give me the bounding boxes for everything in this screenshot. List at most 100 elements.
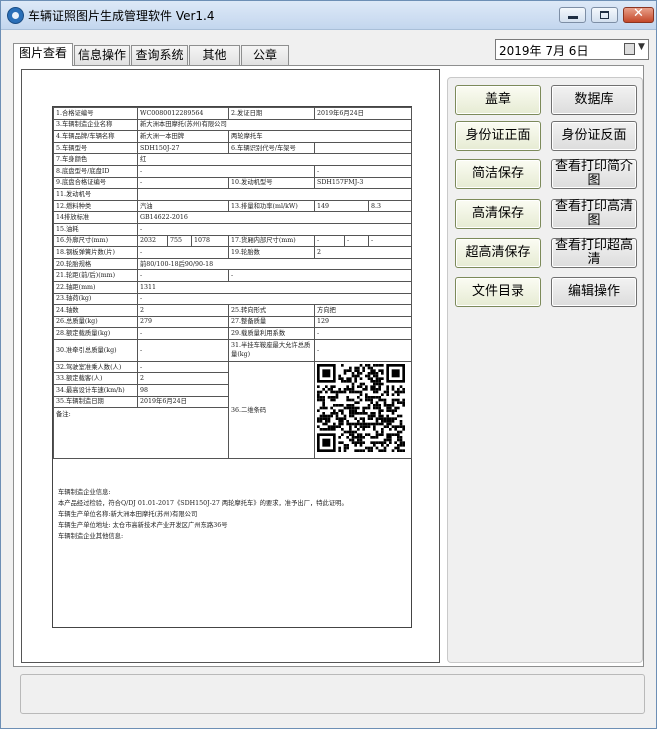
footer-line: 车辆制造企业其他信息: <box>58 533 124 540</box>
maximize-button[interactable] <box>591 7 618 23</box>
cert-value: - <box>228 269 413 282</box>
simple-save-button[interactable]: 简洁保存 <box>455 159 541 189</box>
footer-line: 车辆生产单位名称:新大洲本田摩托(苏州)有限公司 <box>58 511 198 518</box>
cert-value: 前80/100-18后90/90-18 <box>136 257 413 271</box>
cert-value: 1311 <box>136 280 413 294</box>
cert-value: - <box>136 246 230 259</box>
id-card-front-button[interactable]: 身份证正面 <box>455 121 541 151</box>
tab-image-view[interactable]: 图片查看 <box>13 43 73 66</box>
print-hd-image-button[interactable]: 查看打印高清图 <box>551 199 637 229</box>
cert-value: 2 <box>136 372 230 386</box>
action-button-panel: 盖章 数据库 身份证正面 身份证反面 简洁保存 查看打印简介图 高清保存 查看打… <box>447 77 643 663</box>
cert-label: 34.最高设计车速(km/h) <box>53 384 138 397</box>
cert-value: - <box>368 234 413 248</box>
tab-other[interactable]: 其他 <box>189 45 240 65</box>
cert-label: 11.发动机号 <box>53 188 138 201</box>
cert-label: 8.底盘型号/底盘ID <box>53 164 138 178</box>
cert-value: - <box>136 327 230 340</box>
image-preview[interactable]: 1.合格证编号 WC0080012289564 2.发证日期 2019年6月24… <box>21 69 440 663</box>
table-row: 30.准牵引总质量(kg) - 31.半挂车鞍座最大允许总质量(kg) - <box>53 338 413 362</box>
edit-operation-button[interactable]: 编辑操作 <box>551 277 637 307</box>
file-directory-button[interactable]: 文件目录 <box>455 277 541 307</box>
cert-value: - <box>136 222 413 236</box>
cert-label: 22.轴距(mm) <box>53 280 138 294</box>
table-row: 3.车辆制造企业名称 新大洲本田摩托(苏州)有限公司 <box>53 118 413 132</box>
manufacturer-info: 车辆制造企业信息: 本产品经过检验，符合Q/DJ 01.01-2017《SDH1… <box>53 483 411 628</box>
cert-value: 2019年6月24日 <box>314 107 413 120</box>
cert-label: 12.燃料种类 <box>53 199 138 213</box>
cert-label: 18.钢板弹簧片数(片) <box>53 246 138 259</box>
cert-label: 21.轮距(前/后)(mm) <box>53 269 138 282</box>
stamp-button[interactable]: 盖章 <box>455 85 541 115</box>
close-button[interactable]: ✕ <box>623 6 654 23</box>
cert-value: - <box>136 360 230 374</box>
table-row: 15.油耗 - <box>53 222 413 236</box>
cert-value: SDH150J-27 <box>136 141 230 155</box>
cert-value <box>314 141 413 155</box>
certificate-table: 1.合格证编号 WC0080012289564 2.发证日期 2019年6月24… <box>52 107 413 460</box>
cert-value: - <box>314 234 346 248</box>
cert-value: 129 <box>314 315 413 329</box>
id-card-back-button[interactable]: 身份证反面 <box>551 121 637 151</box>
cert-value: 红 <box>136 153 413 166</box>
cert-label: 35.车辆制造日期 <box>53 395 138 409</box>
cert-value: 8.3 <box>368 199 413 213</box>
table-row: 5.车辆型号 SDH150J-27 6.车辆识别代号/车架号 <box>53 141 413 155</box>
cert-label: 6.车辆识别代号/车架号 <box>228 141 316 155</box>
cert-label: 23.轴荷(kg) <box>53 292 138 306</box>
vehicle-certificate: 1.合格证编号 WC0080012289564 2.发证日期 2019年6月24… <box>52 106 413 628</box>
cert-label: 7.车身颜色 <box>53 153 138 166</box>
print-ultra-hd-button[interactable]: 查看打印超高清 <box>551 238 637 268</box>
table-row: 20.轮胎规格 前80/100-18后90/90-18 <box>53 257 413 271</box>
print-simple-image-button[interactable]: 查看打印简介图 <box>551 159 637 189</box>
table-row: 28.额定载质量(kg) - 29.载质量利用系数 - <box>53 327 413 340</box>
maximize-icon <box>600 11 609 19</box>
tab-query-system[interactable]: 查询系统 <box>131 45 188 65</box>
title-bar[interactable]: 车辆证照图片生成管理软件 Ver1.4 ✕ <box>1 1 656 30</box>
minimize-button[interactable] <box>559 7 586 23</box>
cert-value: 两轮摩托车 <box>228 130 413 143</box>
cert-label: 16.外廓尺寸(mm) <box>53 234 138 248</box>
cert-label: 27.整备质量 <box>228 315 316 329</box>
ultra-hd-save-button[interactable]: 超高清保存 <box>455 238 541 268</box>
table-row: 23.轴荷(kg) - <box>53 292 413 306</box>
hd-save-button[interactable]: 高清保存 <box>455 199 541 229</box>
minimize-icon <box>568 16 578 19</box>
app-logo-icon <box>7 7 24 24</box>
cert-value: GB14622-2016 <box>136 211 413 224</box>
table-row: 16.外廓尺寸(mm) 2032 755 1078 17.货厢内部尺寸(mm) … <box>53 234 413 248</box>
cert-label: 29.载质量利用系数 <box>228 327 316 340</box>
tab-official-seal[interactable]: 公章 <box>241 45 289 65</box>
cert-value: - <box>314 327 413 340</box>
cert-label: 10.发动机型号 <box>228 176 316 190</box>
cert-label: 14排放标准 <box>53 211 138 224</box>
cert-value: 2 <box>136 304 230 317</box>
date-picker[interactable]: 2019年 7月 6日 ▼ <box>495 39 649 60</box>
cert-value: - <box>136 176 230 190</box>
cert-value: - <box>344 234 370 248</box>
cert-value: 279 <box>136 315 230 329</box>
cert-value: WC0080012289564 <box>136 107 230 120</box>
chevron-down-icon[interactable]: ▼ <box>638 42 645 52</box>
cert-label: 25.转向形式 <box>228 304 316 317</box>
table-row: 24.轴数 2 25.转向形式 方向把 <box>53 304 413 317</box>
cert-value: 新大洲一本田牌 <box>136 130 230 143</box>
cert-value: - <box>136 164 316 178</box>
table-row: 11.发动机号 <box>53 188 413 201</box>
cert-label: 28.额定载质量(kg) <box>53 327 138 340</box>
footer-line: 车辆生产单位地址: 太仓市高新技术产业开发区广州东路36号 <box>58 522 228 529</box>
cert-value: 98 <box>136 384 230 397</box>
cert-label: 13.排量和功率(ml/kW) <box>228 199 316 213</box>
cert-value: - <box>136 269 230 282</box>
cert-value: 新大洲本田摩托(苏州)有限公司 <box>136 118 413 132</box>
cert-value: 2019年6月24日 <box>136 395 230 409</box>
calendar-icon[interactable] <box>624 43 635 55</box>
database-button[interactable]: 数据库 <box>551 85 637 115</box>
cert-label: 17.货厢内部尺寸(mm) <box>228 234 316 248</box>
table-row: 22.轴距(mm) 1311 <box>53 280 413 294</box>
table-row: 18.钢板弹簧片数(片) - 19.轮胎数 2 <box>53 246 413 259</box>
remarks-label: 备注: <box>52 407 230 460</box>
tab-info-operation[interactable]: 信息操作 <box>74 45 130 65</box>
cert-value: 汽油 <box>136 199 230 213</box>
cert-value: 方向把 <box>314 304 413 317</box>
